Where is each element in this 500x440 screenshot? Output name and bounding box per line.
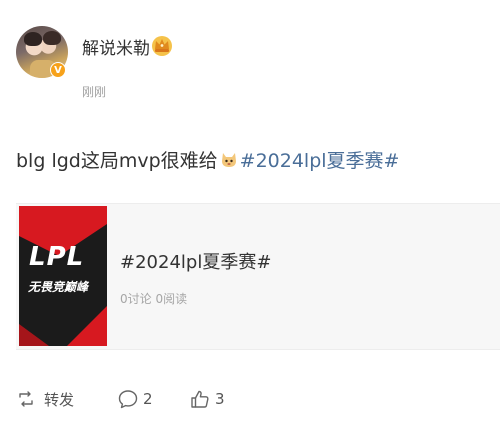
dog-face-emoji-icon xyxy=(221,153,236,167)
topic-card[interactable]: LPL 无畏竞巅峰 #2024lpl夏季赛# 0讨论 0阅读 xyxy=(16,203,500,350)
like-button[interactable]: 3 xyxy=(189,384,225,414)
action-bar: 转发 2 3 xyxy=(0,384,500,414)
like-count: 3 xyxy=(215,390,225,408)
repost-label: 转发 xyxy=(44,390,75,409)
hashtag-link[interactable]: #2024lpl夏季赛# xyxy=(240,150,400,172)
repost-icon xyxy=(19,391,33,407)
author-name[interactable]: 解说米勒 xyxy=(82,34,150,59)
topic-card-meta: 0讨论 0阅读 xyxy=(120,292,188,306)
comment-button[interactable]: 2 xyxy=(117,384,153,414)
lpl-logo-subtext: 无畏竞巅峰 xyxy=(28,280,89,294)
lpl-logo-text: LPL xyxy=(29,242,85,272)
crown-icon[interactable] xyxy=(150,33,174,57)
verified-badge-icon: V xyxy=(50,62,66,78)
topic-card-title[interactable]: #2024lpl夏季赛# xyxy=(120,248,271,274)
thumbs-up-icon xyxy=(191,390,209,408)
post-text: blg lgd这局mvp很难给 #2024lpl夏季赛# xyxy=(16,146,399,173)
comment-icon xyxy=(118,390,138,409)
lpl-logo-image: LPL 无畏竞巅峰 xyxy=(19,206,107,346)
comment-count: 2 xyxy=(143,390,153,408)
repost-button[interactable]: 转发 xyxy=(16,384,74,414)
post-body: blg lgd这局mvp很难给 xyxy=(16,150,218,172)
post-timestamp: 刚刚 xyxy=(82,85,107,99)
